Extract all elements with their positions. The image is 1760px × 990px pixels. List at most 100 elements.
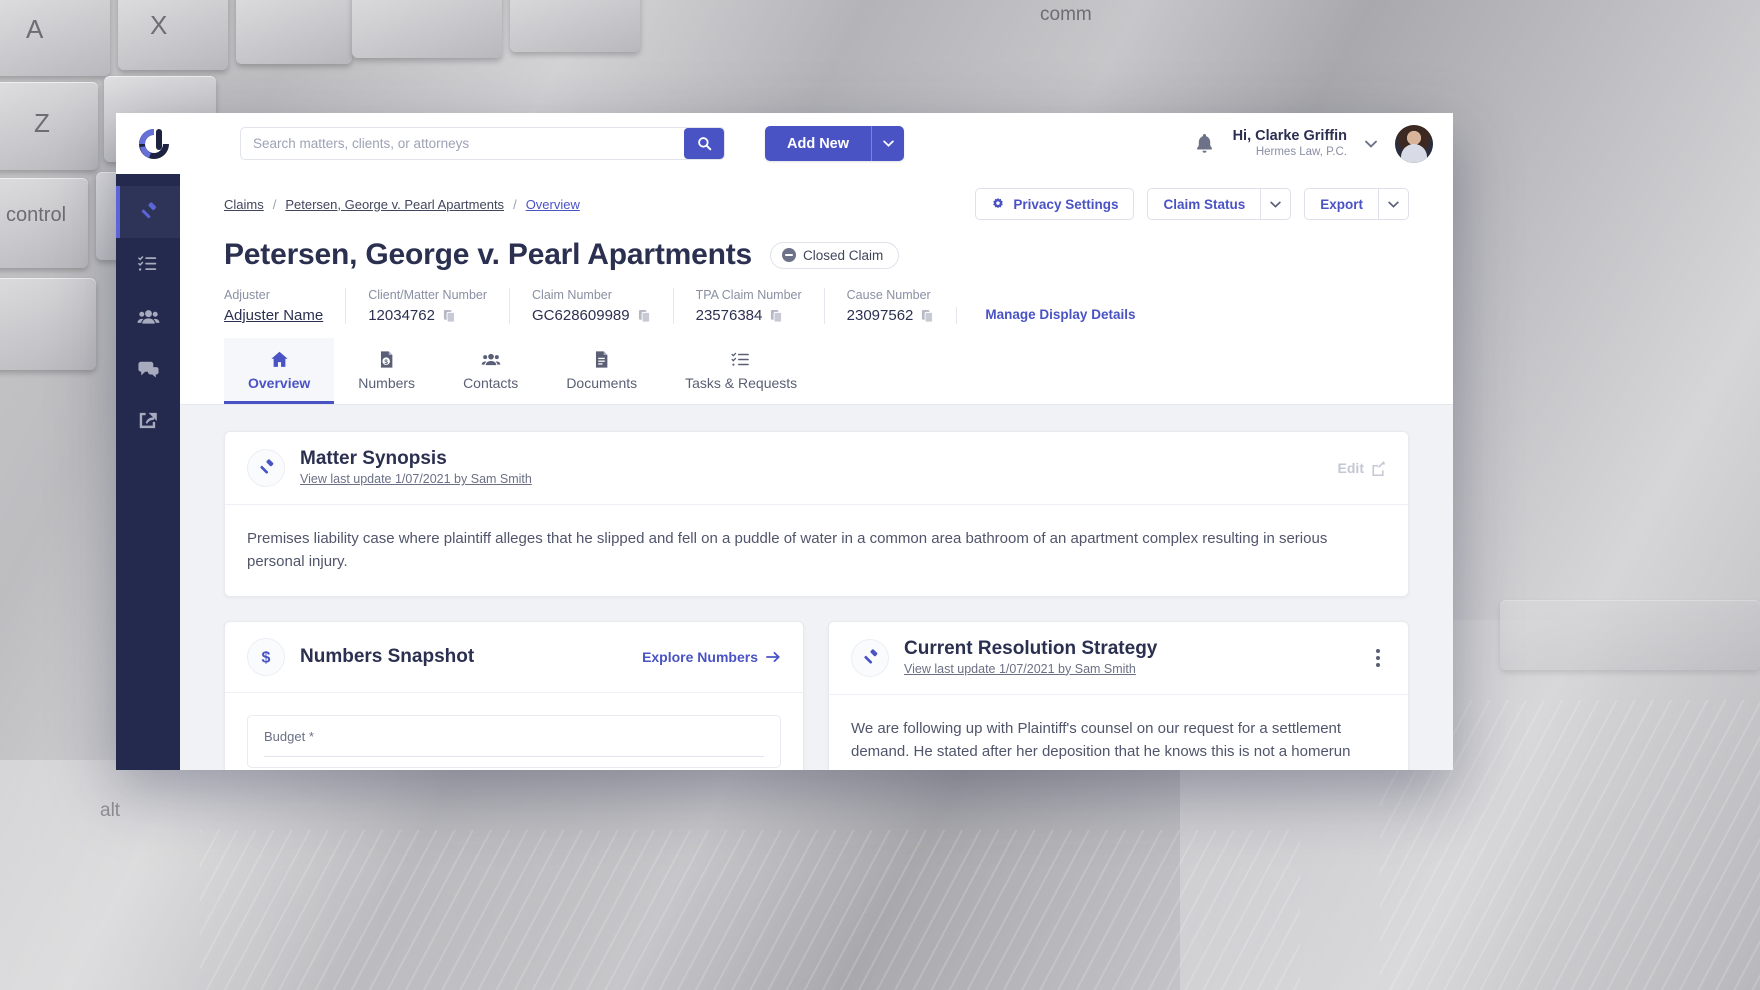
claim-status-button[interactable]: Claim Status [1147,188,1261,220]
svg-text:$: $ [262,649,271,666]
breadcrumb-separator: / [513,196,517,212]
meta-value: Adjuster Name [224,307,323,324]
left-sidebar-nav [116,174,180,770]
card-header-actions [1370,643,1386,673]
last-update-link[interactable]: View last update 1/07/2021 by Sam Smith [300,472,532,486]
card-title: Current Resolution Strategy [904,637,1158,659]
title-row: Petersen, George v. Pearl Apartments Clo… [224,238,1409,272]
breadcrumb-item-overview[interactable]: Overview [526,197,580,212]
page-header-section: Claims / Petersen, George v. Pearl Apart… [180,174,1453,338]
privacy-settings-button[interactable]: Privacy Settings [975,188,1135,220]
export-button[interactable]: Export [1304,188,1378,220]
meta-value: 23576384 [696,307,802,324]
global-search[interactable] [240,127,725,160]
tab-label: Documents [566,375,638,391]
explore-numbers-link[interactable]: Explore Numbers [642,649,781,665]
card-header-actions: Explore Numbers [642,649,781,665]
gavel-icon [851,638,889,677]
meta-value-text: 23576384 [695,307,763,324]
add-new-split-button[interactable]: Add New [765,126,905,161]
search-input[interactable] [241,128,684,159]
overview-cards-row: $ Numbers Snapshot Explore Numbers Budge… [224,620,1409,771]
people-icon [481,353,501,366]
tab-numbers[interactable]: $ Numbers [334,338,439,404]
meta-value-text: GC628609989 [532,307,630,324]
content-column: Claims / Petersen, George v. Pearl Apart… [180,174,1453,770]
card-body: We are following up with Plaintiff's cou… [851,719,1351,771]
notifications-button[interactable] [1190,128,1219,159]
tab-label: Numbers [358,375,416,391]
svg-text:$: $ [385,359,389,366]
sidebar-item-tasks[interactable] [116,238,180,290]
export-caret-button[interactable] [1378,188,1409,220]
copy-icon[interactable] [638,309,651,323]
avatar[interactable] [1395,124,1433,163]
card-header: Current Resolution Strategy View last up… [829,622,1408,695]
kebab-menu-icon[interactable] [1370,643,1386,673]
sidebar-item-matters[interactable] [116,186,180,238]
gear-icon [993,197,1004,209]
application-window: Add New Hi, Clarke Griffin Hermes Law, P… [116,113,1453,770]
hermes-ring-logo-icon[interactable] [130,127,178,161]
share-export-icon [139,412,157,429]
search-icon [697,137,711,151]
card-header: Matter Synopsis View last update 1/07/20… [225,432,1408,505]
copy-icon[interactable] [770,309,783,323]
tab-tasks-requests[interactable]: Tasks & Requests [661,338,821,404]
budget-field[interactable]: Budget * [247,714,781,768]
manage-display-details-cell: Manage Display Details [956,307,1157,324]
sidebar-item-contacts[interactable] [116,290,180,342]
meta-label: Claim Number [532,288,612,302]
claim-status-caret-button[interactable] [1260,188,1292,220]
tab-overview[interactable]: Overview [224,338,335,404]
meta-value: 12034762 [368,307,487,324]
card-title-group: Current Resolution Strategy View last up… [904,638,1157,678]
breadcrumb-item-matter[interactable]: Petersen, George v. Pearl Apartments [285,197,504,212]
edit-synopsis-button[interactable]: Edit [1338,460,1386,476]
adjuster-name-link[interactable]: Adjuster Name [224,307,323,324]
page-title: Petersen, George v. Pearl Apartments [224,238,753,271]
user-identity[interactable]: Hi, Clarke Griffin Hermes Law, P.C. [1233,127,1347,160]
sidebar-item-messages[interactable] [116,342,180,394]
checklist-icon [731,352,749,366]
meta-value: 23097562 [847,307,935,324]
home-icon [271,351,288,367]
numbers-snapshot-column: $ Numbers Snapshot Explore Numbers Budge… [224,620,804,770]
arrow-right-icon [766,651,780,662]
tab-bar: Overview $ Numbers Contacts Documents Ta… [180,338,1453,405]
claim-status-split-button: Claim Status [1147,188,1292,220]
tab-label: Contacts [463,375,519,391]
status-badge-label: Closed Claim [803,247,884,263]
add-new-caret-button[interactable] [871,126,905,161]
status-badge: Closed Claim [770,241,900,269]
chevron-down-icon [1388,201,1399,208]
explore-numbers-label: Explore Numbers [642,648,758,665]
breadcrumb-separator: / [272,196,277,212]
tab-documents[interactable]: Documents [542,338,661,404]
document-icon [596,351,608,368]
meta-value: GC628609989 [532,307,651,324]
copy-icon[interactable] [443,309,456,323]
manage-display-details-link[interactable]: Manage Display Details [985,307,1135,324]
breadcrumb-item-claims[interactable]: Claims [224,197,264,212]
meta-tpa-claim-number: TPA Claim Number 23576384 [672,288,824,324]
user-menu-caret-button[interactable] [1361,138,1381,150]
sidebar-item-share[interactable] [116,394,180,446]
add-new-button[interactable]: Add New [765,126,872,161]
chevron-down-icon [1270,201,1281,208]
invoice-dollar-icon: $ [381,351,393,368]
meta-label: Client/Matter Number [368,288,488,302]
copy-icon[interactable] [921,309,934,323]
gavel-icon [247,449,285,487]
page-action-buttons: Privacy Settings Claim Status Export [975,188,1409,220]
tab-contacts[interactable]: Contacts [439,338,542,404]
last-update-link[interactable]: View last update 1/07/2021 by Sam Smith [904,662,1136,676]
export-label: Export [1320,196,1363,212]
budget-label-text: Budget [264,728,306,744]
user-firm-name: Hermes Law, P.C. [1255,146,1347,159]
top-header-bar: Add New Hi, Clarke Griffin Hermes Law, P… [116,113,1453,174]
app-body: Claims / Petersen, George v. Pearl Apart… [116,174,1453,770]
search-button[interactable] [684,128,724,159]
edit-label: Edit [1337,460,1364,476]
people-icon [137,309,159,324]
